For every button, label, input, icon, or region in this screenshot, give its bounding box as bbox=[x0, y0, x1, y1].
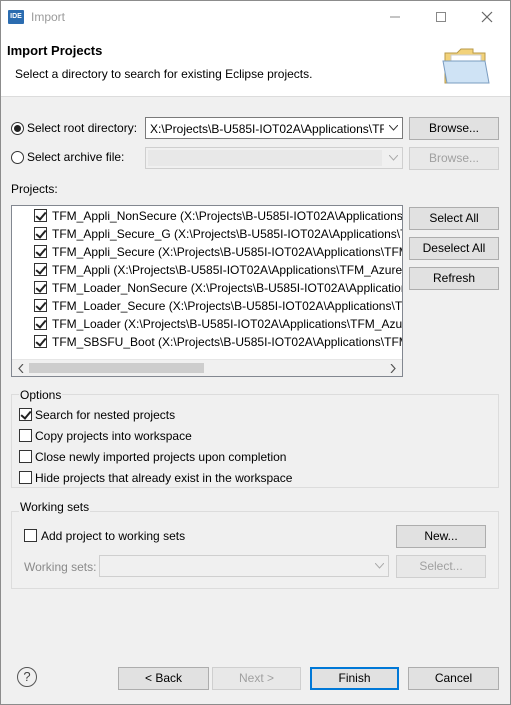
select-working-sets-button[interactable]: Select... bbox=[396, 555, 486, 578]
chevron-right-icon[interactable] bbox=[386, 361, 400, 375]
help-icon[interactable]: ? bbox=[17, 667, 37, 687]
minimize-icon bbox=[390, 16, 400, 18]
chevron-down-icon bbox=[370, 556, 388, 576]
search-nested-label: Search for nested projects bbox=[35, 408, 176, 422]
chevron-down-icon bbox=[384, 118, 402, 138]
close-imported-label: Close newly imported projects upon compl… bbox=[35, 450, 287, 464]
close-icon bbox=[481, 11, 493, 23]
search-nested-checkbox[interactable] bbox=[19, 408, 32, 421]
scrollbar-thumb[interactable] bbox=[29, 363, 204, 373]
working-sets-title: Working sets bbox=[19, 500, 91, 514]
project-name: TFM_Appli (X:\Projects\B-U585I-IOT02A\Ap… bbox=[52, 263, 403, 277]
close-imported-checkbox[interactable] bbox=[19, 450, 32, 463]
project-row[interactable]: TFM_Appli_NonSecure (X:\Projects\B-U585I… bbox=[12, 207, 403, 225]
back-button[interactable]: < Back bbox=[118, 667, 209, 690]
maximize-icon bbox=[436, 12, 446, 22]
add-to-working-sets-label: Add project to working sets bbox=[41, 529, 186, 543]
project-row[interactable]: TFM_Loader_Secure (X:\Projects\B-U585I-I… bbox=[12, 297, 403, 315]
next-button[interactable]: Next > bbox=[212, 667, 301, 690]
project-name: TFM_Appli_Secure_G (X:\Projects\B-U585I-… bbox=[52, 227, 402, 241]
wizard-header: Import Projects Select a directory to se… bbox=[1, 33, 510, 97]
chevron-left-icon[interactable] bbox=[14, 361, 28, 375]
window-title: Import bbox=[31, 10, 66, 24]
project-name: TFM_Loader_NonSecure (X:\Projects\B-U585… bbox=[52, 281, 402, 295]
project-row[interactable]: TFM_Appli (X:\Projects\B-U585I-IOT02A\Ap… bbox=[12, 261, 403, 279]
working-sets-label: Working sets: bbox=[24, 560, 97, 574]
hide-existing-checkbox[interactable] bbox=[19, 471, 32, 484]
chevron-down-icon bbox=[384, 148, 402, 168]
projects-label: Projects: bbox=[11, 182, 58, 196]
projects-list[interactable]: TFM_Appli_NonSecure (X:\Projects\B-U585I… bbox=[11, 205, 403, 377]
project-row[interactable]: TFM_Appli_Secure (X:\Projects\B-U585I-IO… bbox=[12, 243, 402, 261]
project-row[interactable]: TFM_Loader (X:\Projects\B-U585I-IOT02A\A… bbox=[12, 315, 403, 333]
project-checkbox[interactable] bbox=[34, 227, 47, 240]
refresh-button[interactable]: Refresh bbox=[409, 267, 499, 290]
page-subtitle: Select a directory to search for existin… bbox=[15, 67, 313, 81]
ide-app-icon: IDE bbox=[8, 10, 24, 24]
minimize-button[interactable] bbox=[372, 1, 418, 33]
deselect-all-button[interactable]: Deselect All bbox=[409, 237, 499, 260]
folder-icon bbox=[442, 48, 490, 84]
maximize-button[interactable] bbox=[418, 1, 464, 33]
project-checkbox[interactable] bbox=[34, 281, 47, 294]
archive-file-label: Select archive file: bbox=[27, 150, 125, 164]
project-checkbox[interactable] bbox=[34, 245, 47, 258]
root-directory-value: X:\Projects\B-U585I-IOT02A\Applications\… bbox=[150, 122, 402, 136]
cancel-button[interactable]: Cancel bbox=[408, 667, 499, 690]
title-bar: IDE Import bbox=[1, 1, 510, 33]
archive-file-combo[interactable] bbox=[145, 147, 403, 169]
add-to-working-sets-checkbox[interactable] bbox=[24, 529, 37, 542]
project-name: TFM_SBSFU_Boot (X:\Projects\B-U585I-IOT0… bbox=[52, 335, 402, 349]
project-row[interactable]: TFM_Appli_Secure_G (X:\Projects\B-U585I-… bbox=[12, 225, 402, 243]
page-title: Import Projects bbox=[7, 43, 103, 58]
working-sets-combo[interactable] bbox=[99, 555, 389, 577]
project-name: TFM_Appli_NonSecure (X:\Projects\B-U585I… bbox=[52, 209, 403, 223]
project-checkbox[interactable] bbox=[34, 317, 47, 330]
project-name: TFM_Appli_Secure (X:\Projects\B-U585I-IO… bbox=[52, 245, 402, 259]
project-checkbox[interactable] bbox=[34, 299, 47, 312]
browse-archive-button[interactable]: Browse... bbox=[409, 147, 499, 170]
close-button[interactable] bbox=[464, 1, 510, 33]
new-working-set-button[interactable]: New... bbox=[396, 525, 486, 548]
copy-into-workspace-label: Copy projects into workspace bbox=[35, 429, 192, 443]
horizontal-scrollbar[interactable] bbox=[12, 359, 402, 376]
root-directory-combo[interactable]: X:\Projects\B-U585I-IOT02A\Applications\… bbox=[145, 117, 403, 139]
import-dialog: IDE Import Import Projects Select a dire… bbox=[0, 0, 511, 705]
options-title: Options bbox=[19, 388, 63, 402]
root-directory-radio[interactable] bbox=[11, 122, 24, 135]
hide-existing-label: Hide projects that already exist in the … bbox=[35, 471, 293, 485]
project-row[interactable]: TFM_SBSFU_Boot (X:\Projects\B-U585I-IOT0… bbox=[12, 333, 402, 351]
copy-into-workspace-checkbox[interactable] bbox=[19, 429, 32, 442]
root-directory-label: Select root directory: bbox=[27, 121, 138, 135]
finish-button[interactable]: Finish bbox=[310, 667, 399, 690]
archive-file-radio[interactable] bbox=[11, 151, 24, 164]
project-name: TFM_Loader_Secure (X:\Projects\B-U585I-I… bbox=[52, 299, 403, 313]
project-checkbox[interactable] bbox=[34, 263, 47, 276]
project-row[interactable]: TFM_Loader_NonSecure (X:\Projects\B-U585… bbox=[12, 279, 402, 297]
browse-directory-button[interactable]: Browse... bbox=[409, 117, 499, 140]
select-all-button[interactable]: Select All bbox=[409, 207, 499, 230]
project-checkbox[interactable] bbox=[34, 209, 47, 222]
project-name: TFM_Loader (X:\Projects\B-U585I-IOT02A\A… bbox=[52, 317, 403, 331]
project-checkbox[interactable] bbox=[34, 335, 47, 348]
